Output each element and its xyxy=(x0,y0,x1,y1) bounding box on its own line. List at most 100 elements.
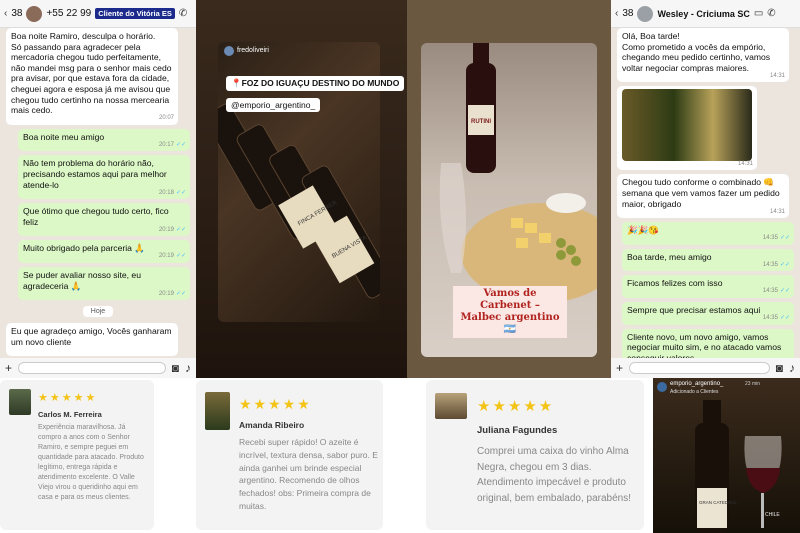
outgoing-message[interactable]: Muito obrigado pela parceria 🙏 20:19 ✓✓ xyxy=(18,240,190,263)
incoming-message[interactable]: Eu que agradeço amigo, Vocês ganharam um… xyxy=(6,323,178,357)
wine-glass-drawing: GRAN CATEDRAL CHILE xyxy=(695,400,782,533)
avatar[interactable] xyxy=(26,5,43,22)
customer-tag: Cliente do Vitória ES xyxy=(95,8,175,19)
composer: + ◙ ♪ xyxy=(0,358,196,378)
time-text: 20:19 xyxy=(158,253,174,260)
composer: + ◙ ♪ xyxy=(611,358,800,378)
back-chevron-icon[interactable]: ‹ xyxy=(615,8,618,19)
message-text: Boa noite Ramiro, desculpa o horário. Só… xyxy=(11,31,172,116)
message-text: Que ótimo que chegou tudo certo, fico fe… xyxy=(23,206,172,227)
message-text: Chegou tudo conforme o combinado 👊 seman… xyxy=(622,177,783,209)
outgoing-message[interactable]: Se puder avaliar nosso site, eu agradece… xyxy=(18,266,190,301)
outgoing-message[interactable]: Sempre que precisar estamos aqui 14:35 ✓✓ xyxy=(622,301,794,325)
message-time: 20:19 ✓✓ xyxy=(159,289,186,300)
incoming-message[interactable]: Olá, Boa tarde! Como prometido a vocês d… xyxy=(617,28,789,83)
camera-icon[interactable]: ◙ xyxy=(776,361,783,375)
bottle-label-2: CHILE xyxy=(765,512,780,518)
time-text: 20:18 xyxy=(158,189,174,196)
avatar[interactable] xyxy=(637,5,654,22)
reviewer-photo xyxy=(435,393,467,419)
reviewer-name: Juliana Fagundes xyxy=(477,425,558,436)
read-receipt-icon: ✓✓ xyxy=(175,253,186,260)
incoming-message[interactable]: Boa noite Ramiro, desculpa o horário. Só… xyxy=(6,28,178,125)
message-time: 14:35 ✓✓ xyxy=(763,260,790,271)
time-text: 14:35 xyxy=(762,314,778,321)
message-text: Muito obrigado pela parceria 🙏 xyxy=(23,243,146,254)
message-time: 14:35 ✓✓ xyxy=(763,286,790,297)
outgoing-message[interactable]: Boa tarde, meu amigo 14:35 ✓✓ xyxy=(622,248,794,272)
time-text: 20:19 xyxy=(158,226,174,233)
chat-panel-2: ‹ 38 Wesley - Criciuma SC ▭ ✆ Olá, Boa t… xyxy=(611,0,800,378)
review-card-3: ★★★★★ Juliana Fagundes Comprei uma caixa… xyxy=(426,380,644,530)
time-text: 14:35 xyxy=(762,288,778,295)
read-receipt-icon: ✓✓ xyxy=(779,314,790,321)
story-username[interactable]: fredoliveiri xyxy=(237,47,269,54)
bottle-label: RUTINI xyxy=(471,119,491,125)
story-panel-1: FINCA FERRER BUENA VISTA fredoliveiri 📍F… xyxy=(196,0,407,378)
time-text: 14:35 xyxy=(762,235,778,242)
story-caption: Vamos de Carbenet – Malbec argentino 🇦🇷 xyxy=(453,286,567,338)
review-text: Experiência maravilhosa. Já compro a ano… xyxy=(38,424,144,501)
time-text: 20:17 xyxy=(158,141,174,148)
mic-icon[interactable]: ♪ xyxy=(789,361,795,375)
reviewer-photo xyxy=(9,389,31,415)
contact-name[interactable]: Wesley - Criciuma SC xyxy=(657,9,749,19)
chat-header: ‹ 38 +55 22 99 Cliente do Vitória ES ✆ xyxy=(0,0,196,28)
message-time: 14:35 ✓✓ xyxy=(763,313,790,324)
video-call-icon[interactable]: ▭ xyxy=(754,8,763,19)
message-text: Boa tarde, meu amigo xyxy=(627,251,712,262)
phone-icon[interactable]: ✆ xyxy=(179,8,187,19)
incoming-message[interactable]: Chegou tudo conforme o combinado 👊 seman… xyxy=(617,174,789,219)
outgoing-message[interactable]: Boa noite meu amigo 20:17 ✓✓ xyxy=(18,128,190,152)
star-rating: ★★★★★ xyxy=(239,396,312,412)
message-time: 14:31 xyxy=(770,207,785,218)
review-card-1: ★★★★★ Carlos M. Ferreira Experiência mar… xyxy=(0,380,154,530)
message-text: Boa noite meu amigo xyxy=(23,131,105,142)
phone-icon[interactable]: ✆ xyxy=(767,8,775,19)
outgoing-message[interactable]: Ficamos felizes com isso 14:35 ✓✓ xyxy=(622,275,794,298)
back-chevron-icon[interactable]: ‹ xyxy=(4,8,7,19)
outgoing-message[interactable]: 🎉🎉😘 14:35 ✓✓ xyxy=(622,222,794,245)
read-receipt-icon: ✓✓ xyxy=(175,226,186,233)
message-input[interactable] xyxy=(18,362,166,374)
unread-count[interactable]: 38 xyxy=(622,8,633,19)
image-message[interactable]: 14:31 xyxy=(617,86,757,171)
message-text: Eu que agradeço amigo, Vocês ganharam um… xyxy=(11,326,174,347)
camera-icon[interactable]: ◙ xyxy=(172,361,179,375)
reviewer-photo xyxy=(205,392,230,430)
add-icon[interactable]: + xyxy=(616,361,623,375)
message-time: 20:17 ✓✓ xyxy=(159,140,186,151)
caption-line-1: Vamos de Carbenet – xyxy=(480,288,540,311)
unread-count[interactable]: 38 xyxy=(11,8,22,19)
outgoing-message[interactable]: Cliente novo, um novo amigo, vamos negoc… xyxy=(622,328,794,358)
bottle-label-1: GRAN CATEDRAL xyxy=(699,500,737,505)
message-input[interactable] xyxy=(629,362,770,374)
review-text: Comprei uma caixa do vinho Alma Negra, c… xyxy=(477,446,631,504)
mic-icon[interactable]: ♪ xyxy=(185,361,191,375)
outgoing-message[interactable]: Que ótimo que chegou tudo certo, fico fe… xyxy=(18,203,190,237)
chat-header: ‹ 38 Wesley - Criciuma SC ▭ ✆ xyxy=(611,0,800,28)
message-text: Cliente novo, um novo amigo, vamos negoc… xyxy=(627,331,784,358)
message-text: Não tem problema do horário não, precisa… xyxy=(23,158,170,190)
time-text: 20:19 xyxy=(158,290,174,297)
story-avatar[interactable] xyxy=(224,46,234,56)
message-time: 20:19 ✓✓ xyxy=(159,225,186,236)
story-panel-3: emporio_argentino_ 23 min Adicionado a C… xyxy=(653,378,800,533)
message-list: Boa noite Ramiro, desculpa o horário. Só… xyxy=(0,28,196,358)
mention-sticker[interactable]: @emporio_argentino_ xyxy=(226,98,321,112)
add-icon[interactable]: + xyxy=(5,361,12,375)
location-sticker[interactable]: 📍FOZ DO IGUAÇU DESTINO DO MUNDO xyxy=(226,76,405,91)
chat-panel-1: ‹ 38 +55 22 99 Cliente do Vitória ES ✆ B… xyxy=(0,0,196,378)
message-time: 14:31 xyxy=(770,71,785,82)
reviewer-name: Carlos M. Ferreira xyxy=(38,410,102,419)
time-text: 20:07 xyxy=(158,115,174,122)
contact-name[interactable]: +55 22 99 xyxy=(46,8,91,19)
read-receipt-icon: ✓✓ xyxy=(779,288,790,295)
message-time: 20:18 ✓✓ xyxy=(159,188,186,199)
product-photo[interactable] xyxy=(622,89,752,162)
outgoing-message[interactable]: Não tem problema do horário não, precisa… xyxy=(18,155,190,200)
message-time: 14:31 xyxy=(737,160,753,167)
message-text: Ficamos felizes com isso xyxy=(627,278,723,289)
reviewer-name: Amanda Ribeiro xyxy=(239,420,305,430)
message-text: 🎉🎉😘 xyxy=(627,225,660,236)
